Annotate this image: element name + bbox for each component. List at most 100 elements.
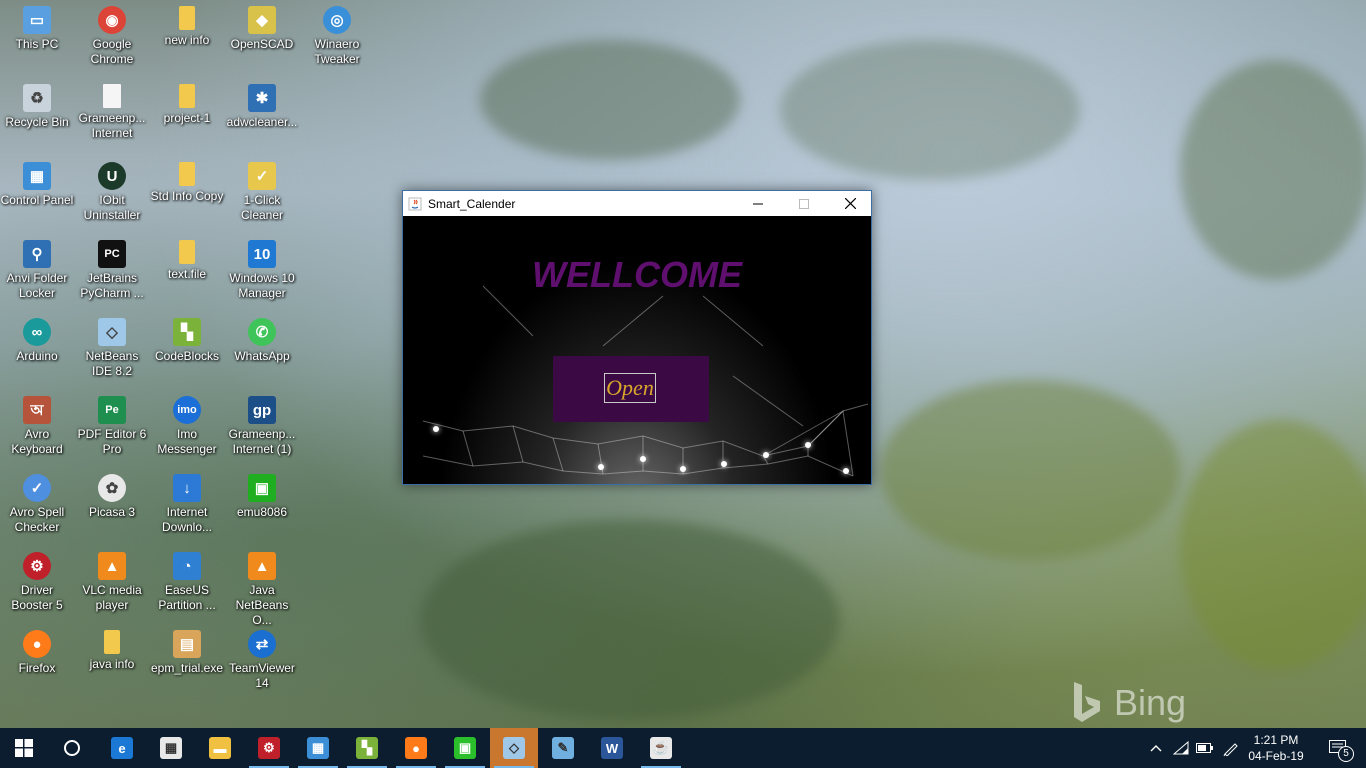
- desktop-icon[interactable]: ▚ CodeBlocks: [148, 314, 226, 388]
- adwcleaner-icon: ✱: [248, 84, 276, 112]
- java-icon: [408, 197, 422, 210]
- desktop-icon[interactable]: ◆ OpenSCAD: [223, 2, 301, 76]
- desktop-icon[interactable]: ⇄ TeamViewer 14: [223, 626, 301, 700]
- openscad-icon: ◆: [248, 6, 276, 34]
- network-node: [433, 426, 439, 432]
- taskbar-driver-booster-button[interactable]: ⚙: [245, 728, 293, 768]
- battery-tray-button[interactable]: [1194, 728, 1216, 768]
- folder-icon: [104, 630, 120, 654]
- desktop-icon[interactable]: ● Firefox: [0, 626, 76, 700]
- open-button[interactable]: Open: [553, 356, 709, 422]
- action-center-button[interactable]: 5: [1318, 728, 1358, 768]
- desktop-icon-label: Avro Spell Checker: [9, 505, 65, 534]
- desktop-icon[interactable]: ◔ EaseUS Partition ...: [148, 548, 226, 622]
- desktop-icon[interactable]: ▭ This PC: [0, 2, 76, 76]
- taskbar-word-button[interactable]: W: [588, 728, 636, 768]
- welcome-heading: WELLCOME: [532, 254, 742, 295]
- desktop-icon-label: JetBrains PyCharm ...: [80, 271, 144, 300]
- window-titlebar[interactable]: Smart_Calender: [403, 191, 871, 216]
- desktop-icon[interactable]: imo Imo Messenger: [148, 392, 226, 466]
- desktop-icon[interactable]: Pe PDF Editor 6 Pro: [73, 392, 151, 466]
- network-node: [598, 464, 604, 470]
- desktop-icon[interactable]: ▲ VLC media player: [73, 548, 151, 622]
- taskbar-firefox-button[interactable]: ●: [392, 728, 440, 768]
- desktop-icon-label: Grameenp... Internet: [78, 111, 146, 140]
- taskbar-netbeans-button[interactable]: ◇: [490, 728, 538, 768]
- desktop-icon-label: Avro Keyboard: [11, 427, 63, 456]
- smart-calender-window[interactable]: Smart_Calender WELLCOME Open: [402, 190, 872, 485]
- vlc-icon: ▲: [248, 552, 276, 580]
- avro-keyboard-icon: অ: [23, 396, 51, 424]
- vlc-icon: ▲: [98, 552, 126, 580]
- pdf-editor-icon: Pe: [98, 396, 126, 424]
- show-hidden-icons-button[interactable]: [1146, 728, 1166, 768]
- emu8086-icon: ▣: [454, 737, 476, 759]
- codeblocks-icon: ▚: [173, 318, 201, 346]
- desktop-icon[interactable]: PC JetBrains PyCharm ...: [73, 236, 151, 310]
- network-node: [640, 456, 646, 462]
- desktop-icon[interactable]: Grameenp... Internet: [73, 80, 151, 154]
- desktop-icon[interactable]: ♻ Recycle Bin: [0, 80, 76, 154]
- taskbar-emu8086-button[interactable]: ▣: [441, 728, 489, 768]
- teamviewer-icon: ⇄: [248, 630, 276, 658]
- taskbar-control-panel-button[interactable]: ▦: [294, 728, 342, 768]
- desktop-icon[interactable]: text.file: [148, 236, 226, 310]
- background-foliage: [780, 40, 1080, 180]
- taskbar-java-button[interactable]: ☕: [637, 728, 685, 768]
- desktop-icon[interactable]: ✿ Picasa 3: [73, 470, 151, 544]
- desktop-icon[interactable]: ▤ epm_trial.exe: [148, 626, 226, 700]
- clock-time: 1:21 PM: [1253, 733, 1299, 747]
- taskbar-paint-button[interactable]: ✎: [539, 728, 587, 768]
- background-foliage: [1180, 420, 1366, 670]
- desktop-icon[interactable]: ⚙ Driver Booster 5: [0, 548, 76, 622]
- desktop-icon-label: NetBeans IDE 8.2: [85, 349, 139, 378]
- network-tray-button[interactable]: [1170, 728, 1192, 768]
- desktop-icon[interactable]: ▣ emu8086: [223, 470, 301, 544]
- recycle-bin-icon: ♻: [23, 84, 51, 112]
- desktop-icon-label: Google Chrome: [90, 37, 134, 66]
- desktop-icon[interactable]: U IObit Uninstaller: [73, 158, 151, 232]
- win10-manager-icon: 10: [248, 240, 276, 268]
- desktop-icon[interactable]: ✓ Avro Spell Checker: [0, 470, 76, 544]
- desktop-icon[interactable]: ✆ WhatsApp: [223, 314, 301, 388]
- search-button[interactable]: [48, 728, 96, 768]
- clock[interactable]: 1:21 PM 04-Feb-19: [1240, 732, 1312, 764]
- desktop-icon-label: IObit Uninstaller: [83, 193, 141, 222]
- desktop-icon[interactable]: ⚲ Anvi Folder Locker: [0, 236, 76, 310]
- taskbar-file-explorer-button[interactable]: ▬: [196, 728, 244, 768]
- desktop-icon-label: Grameenp... Internet (1): [228, 427, 296, 456]
- desktop-icon[interactable]: java info: [73, 626, 151, 700]
- taskbar-edge-button[interactable]: e: [98, 728, 146, 768]
- desktop-icon[interactable]: gp Grameenp... Internet (1): [223, 392, 301, 466]
- desktop-icon[interactable]: ▦ Control Panel: [0, 158, 76, 232]
- desktop-icon[interactable]: 10 Windows 10 Manager: [223, 236, 301, 310]
- minimize-button[interactable]: [735, 191, 781, 216]
- start-button[interactable]: [0, 728, 48, 768]
- maximize-button[interactable]: [781, 191, 827, 216]
- firefox-icon: ●: [405, 737, 427, 759]
- chevron-up-icon: [1150, 745, 1162, 752]
- desktop-icon-label: 1-Click Cleaner: [240, 193, 284, 222]
- taskbar-store-button[interactable]: ▦: [147, 728, 195, 768]
- desktop-icon-label: TeamViewer 14: [229, 661, 295, 690]
- pen-workspace-button[interactable]: [1220, 728, 1242, 768]
- desktop-icon[interactable]: ✓ 1-Click Cleaner: [223, 158, 301, 232]
- desktop-icon[interactable]: ↓ Internet Downlo...: [148, 470, 226, 544]
- desktop-icon[interactable]: project-1: [148, 80, 226, 154]
- desktop-icon[interactable]: Std Info Copy: [148, 158, 226, 232]
- desktop-icon[interactable]: ◉ Google Chrome: [73, 2, 151, 76]
- desktop-icon[interactable]: অ Avro Keyboard: [0, 392, 76, 466]
- maximize-icon: [799, 198, 809, 209]
- desktop-icon[interactable]: ✱ adwcleaner...: [223, 80, 301, 154]
- desktop-icon[interactable]: ◎ Winaero Tweaker: [298, 2, 376, 76]
- desktop-icon-label: Picasa 3: [88, 505, 136, 519]
- desktop-icon[interactable]: ∞ Arduino: [0, 314, 76, 388]
- taskbar-codeblocks-button[interactable]: ▚: [343, 728, 391, 768]
- desktop-icon-label: Java NetBeans O...: [235, 583, 289, 627]
- bing-watermark: Bing: [1070, 680, 1186, 726]
- desktop-icon[interactable]: ▲ Java NetBeans O...: [223, 548, 301, 627]
- close-button[interactable]: [827, 191, 873, 216]
- desktop-icon[interactable]: new info: [148, 2, 226, 76]
- network-node: [763, 452, 769, 458]
- desktop-icon[interactable]: ◇ NetBeans IDE 8.2: [73, 314, 151, 388]
